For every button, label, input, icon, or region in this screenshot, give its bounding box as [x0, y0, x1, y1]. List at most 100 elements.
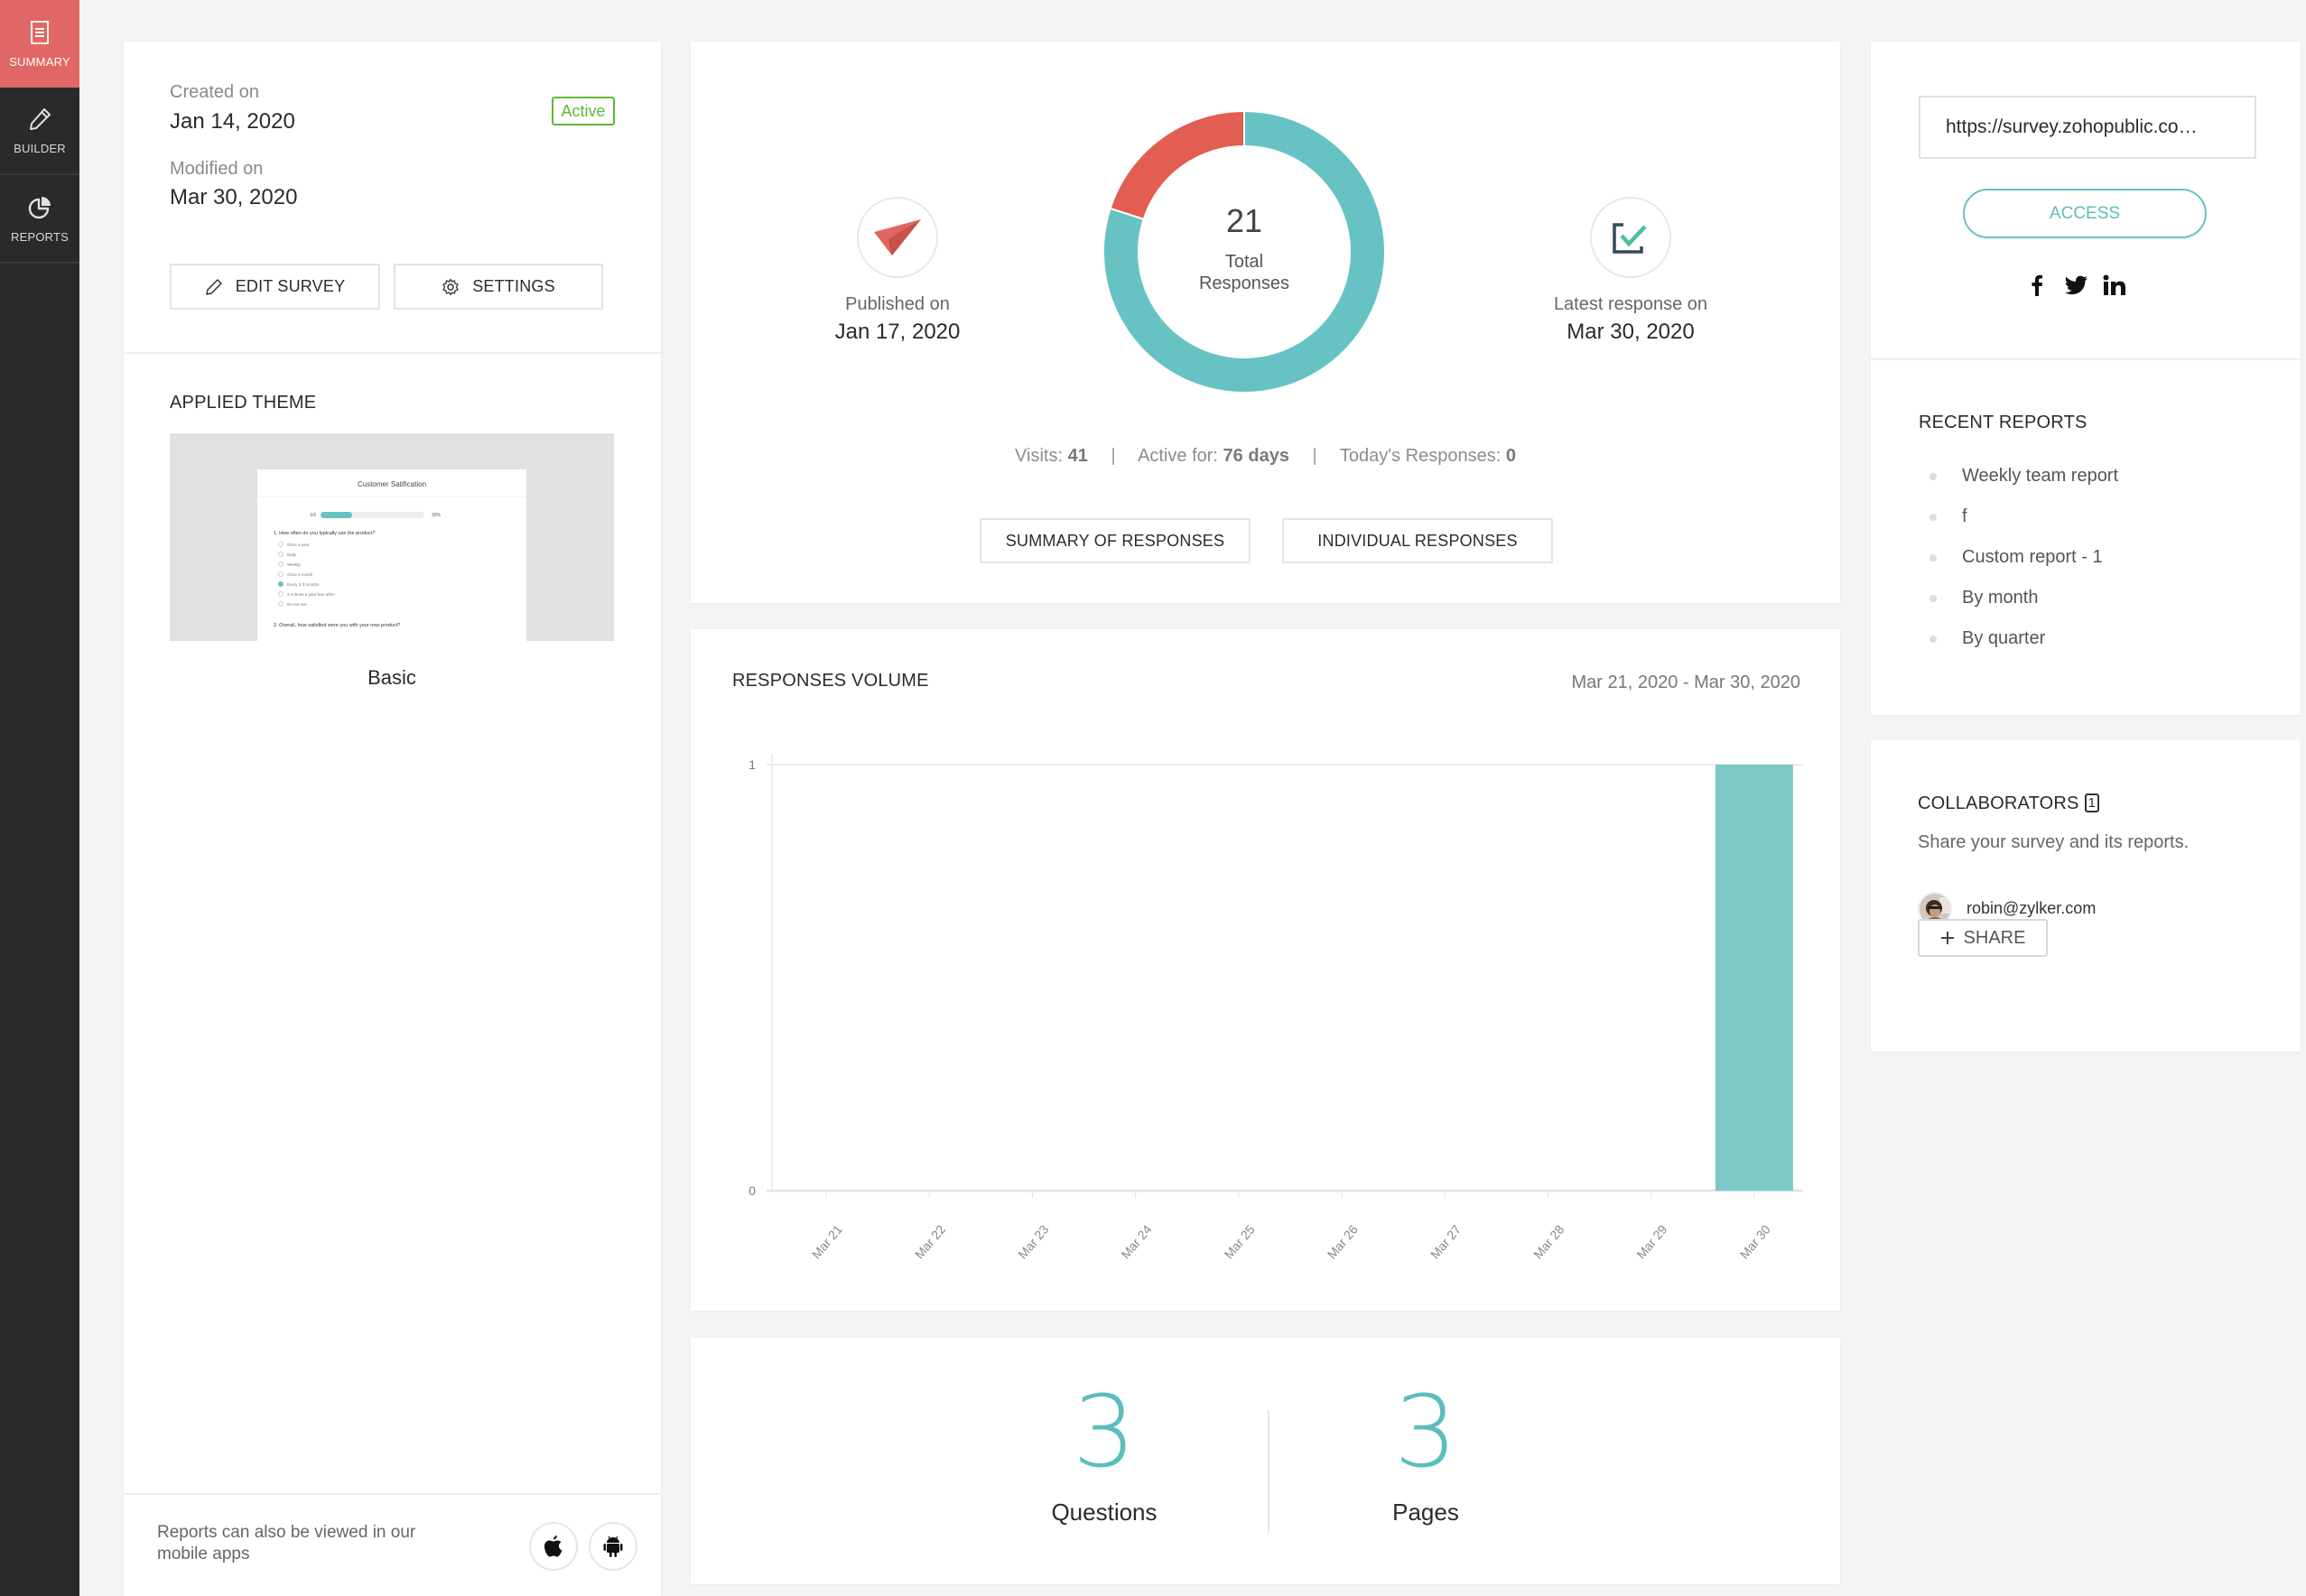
sidebar-item-reports[interactable]: REPORTS — [0, 176, 79, 264]
x-tick-label: Mar 23 — [1015, 1222, 1051, 1262]
twitter-share-button[interactable] — [2064, 273, 2089, 298]
checkbox-check-icon — [1613, 223, 1647, 254]
preview-question-2: 2. Overall, how satisfied were you with … — [274, 623, 401, 628]
preview-option-label: 2-3 times a year less often — [287, 591, 335, 597]
separator: | — [1312, 446, 1317, 466]
x-tick-label: Mar 30 — [1737, 1222, 1773, 1262]
modified-label: Modified on — [170, 159, 264, 179]
sidebar-item-label: BUILDER — [14, 142, 66, 155]
collaborators-subtitle: Share your survey and its reports. — [1918, 832, 2190, 852]
latest-response-date: Mar 30, 2020 — [1567, 320, 1695, 344]
share-button[interactable]: SHARE — [1918, 919, 2048, 957]
total-responses-count: 21 — [1225, 202, 1263, 239]
bar-mar-30[interactable] — [1715, 765, 1793, 1191]
x-tick-label: Mar 25 — [1222, 1222, 1258, 1262]
preview-option-label: Weekly — [287, 561, 301, 567]
bullet — [1929, 635, 1937, 643]
report-link[interactable]: Weekly team report — [1919, 466, 2118, 487]
todays-responses-value: 0 — [1505, 446, 1516, 466]
gear-icon — [442, 278, 459, 295]
preview-survey-title: Customer Satification — [357, 480, 427, 488]
android-app-button[interactable] — [589, 1522, 637, 1571]
preview-divider — [257, 496, 526, 497]
bullet — [1929, 513, 1937, 521]
recent-reports-title: RECENT REPORTS — [1919, 413, 2087, 432]
report-name: By quarter — [1962, 628, 2046, 648]
preview-option-label: Every 2-3 months — [287, 581, 320, 587]
report-link[interactable]: By quarter — [1919, 628, 2045, 649]
visits-label: Visits: — [1015, 446, 1064, 466]
x-tick-label: Mar 27 — [1427, 1222, 1464, 1262]
radio-icon — [278, 542, 284, 547]
separator: | — [1111, 446, 1116, 466]
linkedin-share-button[interactable] — [2102, 273, 2127, 298]
preview-progress-label: 1/3 — [310, 513, 316, 518]
theme-name: Basic — [367, 666, 416, 689]
applied-theme-title: APPLIED THEME — [170, 393, 317, 413]
preview-progress-fill — [321, 512, 352, 518]
summary-of-responses-button[interactable]: SUMMARY OF RESPONSES — [980, 518, 1251, 563]
edit-survey-button[interactable]: EDIT SURVEY — [170, 264, 380, 310]
paper-plane-icon — [874, 219, 921, 255]
collaborators-title-text: COLLABORATORS — [1918, 793, 2079, 813]
bullet — [1929, 553, 1937, 561]
preview-option: Once a year — [278, 542, 310, 547]
x-tick-label: Mar 26 — [1325, 1222, 1361, 1262]
total-responses-label: Total Responses — [1127, 251, 1362, 294]
bullet — [1929, 594, 1937, 602]
x-tick-label: Mar 21 — [809, 1222, 845, 1262]
edit-survey-label: EDIT SURVEY — [235, 277, 346, 295]
survey-url-field[interactable] — [1919, 96, 2256, 159]
collaborators-card: COLLABORATORS 1 Share your survey and its… — [1871, 740, 2301, 1052]
preview-option: Daily — [278, 552, 296, 557]
mobile-apps-text: Reports can also be viewed in our mobile… — [157, 1523, 416, 1564]
radio-icon — [278, 581, 284, 587]
latest-response-label: Latest response on — [1553, 294, 1708, 314]
preview-progress-bar — [321, 512, 424, 518]
sidebar-item-summary[interactable]: SUMMARY — [0, 0, 79, 88]
report-link[interactable]: f — [1919, 506, 1967, 527]
access-button[interactable]: ACCESS — [1963, 189, 2207, 238]
x-tick-label: Mar 29 — [1633, 1222, 1669, 1262]
share-label: SHARE — [1963, 927, 2026, 948]
android-icon — [603, 1536, 623, 1557]
report-link[interactable]: Custom report - 1 — [1919, 547, 2103, 568]
settings-button[interactable]: SETTINGS — [394, 264, 603, 310]
published-icon-circle — [857, 197, 938, 278]
pencil-icon — [30, 108, 51, 130]
facebook-share-button[interactable] — [2024, 273, 2050, 298]
divider — [1268, 1410, 1269, 1533]
questions-label: Questions — [1051, 1499, 1158, 1526]
report-link[interactable]: By month — [1919, 588, 2038, 608]
report-name: f — [1962, 506, 1967, 526]
report-name: Weekly team report — [1962, 466, 2119, 486]
todays-responses-label: Today's Responses: — [1339, 446, 1502, 466]
individual-responses-button[interactable]: INDIVIDUAL RESPONSES — [1282, 518, 1553, 563]
document-icon — [31, 21, 49, 44]
facebook-icon — [2032, 274, 2042, 296]
pages-label: Pages — [1392, 1499, 1459, 1526]
preview-option: 2-3 times a year less often — [278, 591, 335, 597]
linkedin-icon — [2103, 274, 2125, 295]
radio-icon — [278, 571, 284, 577]
sidebar-item-builder[interactable]: BUILDER — [0, 88, 79, 175]
recent-reports-card: RECENT REPORTS Weekly team report f Cust… — [1871, 358, 2301, 715]
report-name: Custom report - 1 — [1962, 547, 2103, 567]
bullet — [1929, 472, 1937, 480]
apple-icon — [544, 1536, 563, 1557]
ios-app-button[interactable] — [529, 1522, 578, 1571]
radio-icon — [278, 561, 284, 567]
latest-response-icon-circle — [1590, 197, 1671, 278]
active-for-value: 76 days — [1223, 446, 1289, 466]
active-for-label: Active for: — [1138, 446, 1218, 466]
responses-volume-card: RESPONSES VOLUME Mar 21, 2020 - Mar 30, … — [691, 629, 1840, 1311]
y-tick-label: 1 — [749, 757, 756, 772]
divider — [124, 1493, 661, 1495]
radio-icon — [278, 591, 284, 597]
radio-icon — [278, 601, 284, 607]
preview-option: Do not use — [278, 601, 307, 607]
preview-option: Every 2-3 months — [278, 581, 319, 587]
theme-preview[interactable]: Customer Satification 1/3 30% 1. How oft… — [170, 433, 614, 641]
collaborators-title: COLLABORATORS 1 — [1918, 793, 2100, 814]
twitter-icon — [2065, 275, 2087, 295]
